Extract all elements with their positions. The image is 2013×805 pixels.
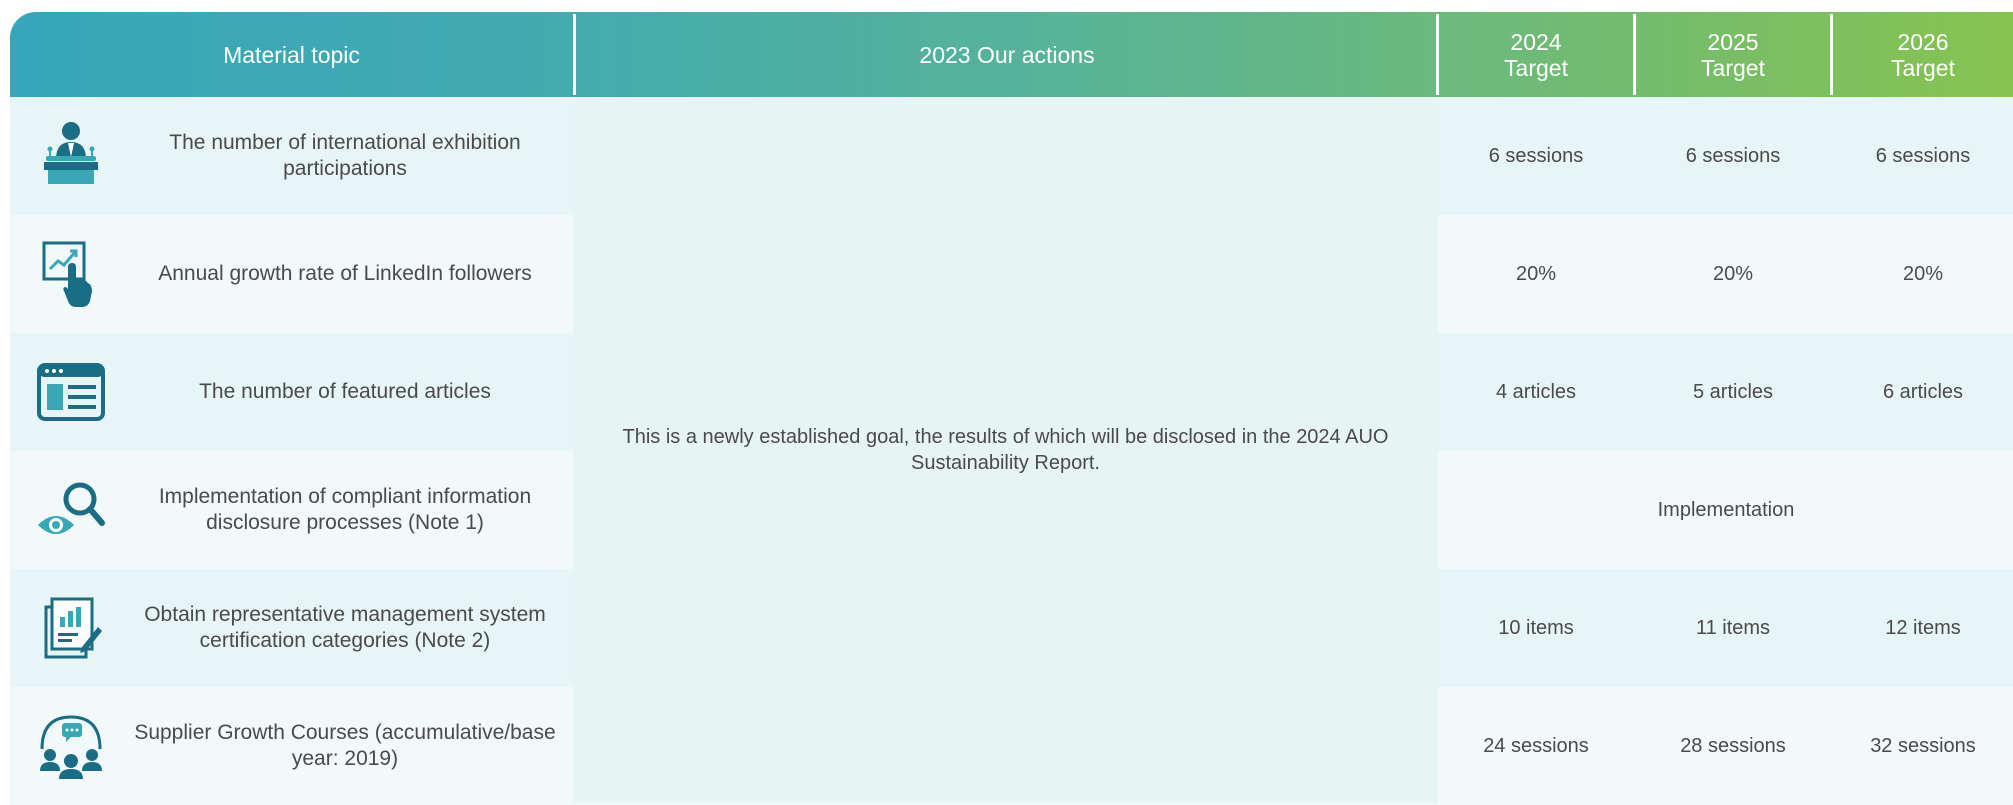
topic-cell: The number of featured articles [10, 333, 573, 451]
group-chat-icon [34, 709, 108, 783]
topic-cell: Obtain representative management system … [10, 569, 573, 687]
target-2024-value: 4 articles [1495, 380, 1577, 403]
header-2025-target: 2025 Target [1701, 28, 1765, 81]
target-2024-value: 24 sessions [1483, 734, 1589, 757]
target-2025-value: 28 sessions [1680, 734, 1786, 757]
target-2025-value: 11 items [1695, 616, 1771, 639]
our-actions-cell: This is a newly established goal, the re… [573, 97, 1438, 803]
header-material-topic: Material topic [223, 41, 360, 68]
topic-label: Annual growth rate of LinkedIn followers [158, 262, 532, 285]
target-2025-value: 6 sessions [1685, 144, 1781, 167]
touch-chart-icon [34, 237, 108, 311]
target-2026-value: 32 sessions [1870, 734, 1976, 757]
table-header: Material topic 2023 Our actions 2024 Targ… [10, 12, 2013, 97]
target-2024-value: 20% [1515, 262, 1557, 285]
target-2026-value: 20% [1902, 262, 1944, 285]
document-chart-pen-icon [34, 591, 108, 665]
header-our-actions: 2023 Our actions [919, 41, 1095, 68]
topic-label: The number of featured articles [199, 380, 491, 403]
targets-table: Material topic 2023 Our actions 2024 Targ… [10, 12, 2013, 805]
target-2024-value: 6 sessions [1488, 144, 1584, 167]
topic-label: Implementation of compliant information … [158, 485, 532, 534]
topic-cell: Annual growth rate of LinkedIn followers [10, 215, 573, 333]
topic-cell: Supplier Growth Courses (accumulative/ba… [10, 687, 573, 805]
target-2026-value: 6 articles [1882, 380, 1964, 403]
header-2026-target: 2026 Target [1891, 28, 1955, 81]
topic-cell: The number of international exhibition p… [10, 97, 573, 215]
eye-magnifier-icon [34, 473, 108, 547]
target-2026-value: 12 items [1885, 616, 1961, 639]
target-2026-value: 6 sessions [1875, 144, 1971, 167]
target-2024-value: 10 items [1498, 616, 1574, 639]
browser-article-icon [34, 355, 108, 429]
merged-target-value: Implementation [1657, 498, 1795, 521]
topic-label: Obtain representative management system … [144, 603, 546, 652]
target-2025-value: 5 articles [1692, 380, 1774, 403]
topic-cell: Implementation of compliant information … [10, 451, 573, 569]
header-2024-target: 2024 Target [1504, 28, 1568, 81]
podium-speaker-icon [34, 119, 108, 193]
our-actions-text: This is a newly established goal, the re… [622, 426, 1389, 474]
topic-label: The number of international exhibition p… [169, 131, 521, 180]
target-2025-value: 20% [1712, 262, 1754, 285]
topic-label: Supplier Growth Courses (accumulative/ba… [134, 721, 556, 770]
